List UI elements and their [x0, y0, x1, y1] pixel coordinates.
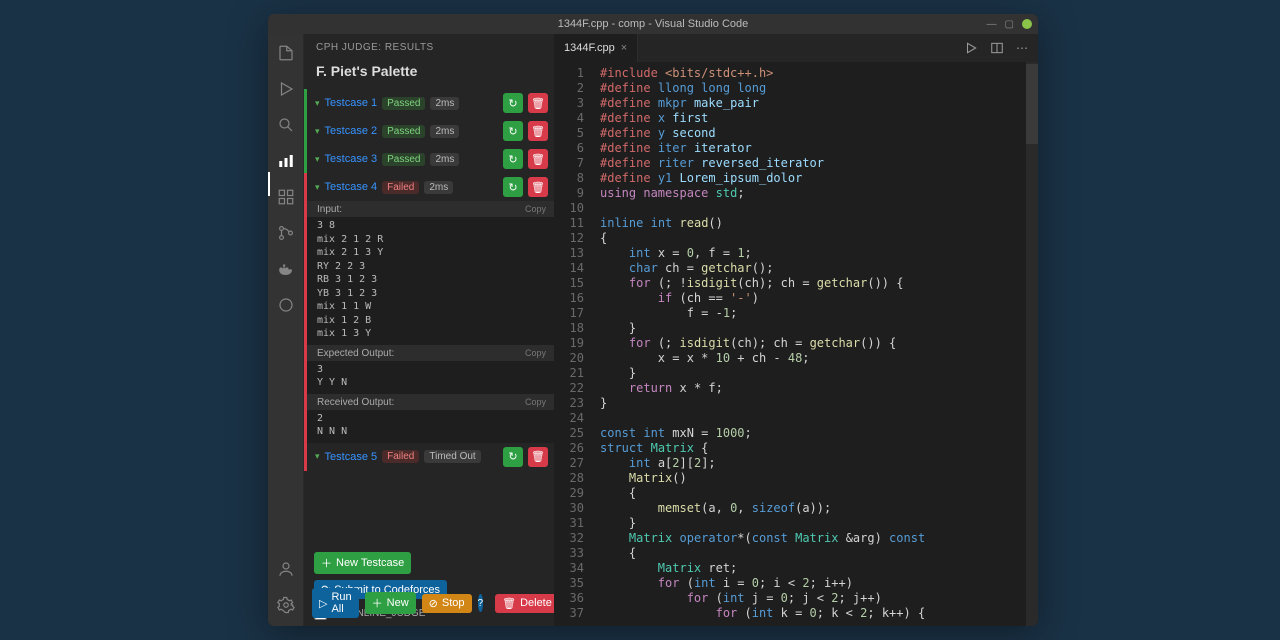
- copy-button[interactable]: Copy: [525, 204, 546, 215]
- stop-button[interactable]: ⊘ Stop: [422, 594, 472, 613]
- chevron-down-icon: ▾: [315, 98, 320, 109]
- input-body: 3 8 mix 2 1 2 R mix 2 1 3 Y RY 2 2 3 RB …: [307, 217, 554, 345]
- delete-testcase-icon[interactable]: 🗑: [528, 121, 548, 141]
- time-badge: 2ms: [430, 97, 459, 110]
- rerun-icon[interactable]: ↻: [503, 93, 523, 113]
- activity-bar: [268, 34, 304, 626]
- testcase-name: Testcase 5: [325, 451, 378, 463]
- testcase-list: ▾Testcase 1Passed2ms↻🗑▾Testcase 2Passed2…: [304, 89, 554, 544]
- sidebar-footer: ▷ Run All ＋ New ⊘ Stop ? 🗑 Delete: [312, 588, 546, 618]
- help-button[interactable]: ?: [478, 594, 484, 612]
- status-badge: Passed: [382, 97, 425, 110]
- delete-testcase-icon[interactable]: 🗑: [528, 149, 548, 169]
- testcase-row[interactable]: ▾ Testcase 5 Failed Timed Out ↻🗑: [304, 443, 554, 471]
- tabbar: 1344F.cpp × ⋯: [554, 34, 1038, 62]
- sidebar-header: CPH JUDGE: RESULTS: [304, 34, 554, 57]
- chevron-down-icon: ▾: [315, 451, 320, 462]
- maximize-icon[interactable]: ▢: [1005, 19, 1014, 30]
- split-editor-icon[interactable]: [990, 41, 1004, 55]
- search-icon[interactable]: [275, 114, 297, 136]
- run-all-button[interactable]: ▷ Run All: [312, 588, 359, 618]
- remote-icon[interactable]: [275, 294, 297, 316]
- minimize-icon[interactable]: —: [987, 19, 997, 30]
- more-icon[interactable]: ⋯: [1016, 41, 1028, 55]
- vscode-window: 1344F.cpp - comp - Visual Studio Code — …: [268, 14, 1038, 626]
- cph-sidebar: CPH JUDGE: RESULTS F. Piet's Palette ▾ Te…: [304, 34, 554, 626]
- testcase-row[interactable]: ▾ Testcase 3 Passed 2ms ↻🗑: [304, 145, 554, 173]
- rerun-icon[interactable]: ↻: [503, 177, 523, 197]
- tab-label: 1344F.cpp: [564, 42, 615, 54]
- close-tab-icon[interactable]: ×: [621, 42, 627, 54]
- status-badge: Passed: [382, 153, 425, 166]
- rerun-icon[interactable]: ↻: [503, 149, 523, 169]
- copy-button[interactable]: Copy: [525, 397, 546, 408]
- testcase-name: Testcase 3: [325, 153, 378, 165]
- tab-file[interactable]: 1344F.cpp ×: [554, 34, 638, 62]
- status-badge: Failed: [382, 181, 419, 194]
- delete-testcase-icon[interactable]: 🗑: [528, 177, 548, 197]
- extensions-icon[interactable]: [275, 186, 297, 208]
- new-button[interactable]: ＋ New: [365, 592, 416, 614]
- testcase-row[interactable]: ▾ Testcase 1 Passed 2ms ↻🗑: [304, 89, 554, 117]
- copy-button[interactable]: Copy: [525, 348, 546, 359]
- window-title: 1344F.cpp - comp - Visual Studio Code: [558, 18, 749, 30]
- account-icon[interactable]: [275, 558, 297, 580]
- expected-label: Expected Output:Copy: [307, 345, 554, 361]
- line-gutter: 1234567891011121314151617181920212223242…: [554, 62, 594, 626]
- delete-testcase-icon[interactable]: 🗑: [528, 447, 548, 467]
- testcase-name: Testcase 1: [325, 97, 378, 109]
- testcase-name: Testcase 4: [325, 181, 378, 193]
- explorer-icon[interactable]: [275, 42, 297, 64]
- code-content[interactable]: #include <bits/stdc++.h>#define llong lo…: [594, 62, 1038, 626]
- delete-testcase-icon[interactable]: 🗑: [528, 93, 548, 113]
- close-icon[interactable]: [1022, 19, 1032, 29]
- time-badge: Timed Out: [424, 450, 480, 463]
- run-icon[interactable]: [275, 78, 297, 100]
- input-label: Input:Copy: [307, 201, 554, 217]
- status-badge: Failed: [382, 450, 419, 463]
- received-label: Received Output:Copy: [307, 394, 554, 410]
- time-badge: 2ms: [430, 125, 459, 138]
- problem-title: F. Piet's Palette: [304, 57, 554, 89]
- source-control-icon[interactable]: [275, 222, 297, 244]
- editor-area: 1344F.cpp × ⋯ 12345678910111213141516171…: [554, 34, 1038, 626]
- time-badge: 2ms: [424, 181, 453, 194]
- time-badge: 2ms: [430, 153, 459, 166]
- minimap[interactable]: [1026, 62, 1038, 626]
- chevron-down-icon: ▾: [315, 126, 320, 137]
- rerun-icon[interactable]: ↻: [503, 447, 523, 467]
- testcase-row[interactable]: ▾ Testcase 4 Failed 2ms ↻🗑: [304, 173, 554, 201]
- window-controls: — ▢: [987, 19, 1032, 30]
- rerun-icon[interactable]: ↻: [503, 121, 523, 141]
- cph-icon[interactable]: [275, 150, 297, 172]
- settings-icon[interactable]: [275, 594, 297, 616]
- code-editor[interactable]: 1234567891011121314151617181920212223242…: [554, 62, 1038, 626]
- run-code-icon[interactable]: [964, 41, 978, 55]
- new-testcase-button[interactable]: ＋ New Testcase: [314, 552, 411, 574]
- testcase-row[interactable]: ▾ Testcase 2 Passed 2ms ↻🗑: [304, 117, 554, 145]
- delete-button[interactable]: 🗑 Delete: [495, 594, 559, 613]
- chevron-down-icon: ▾: [315, 182, 320, 193]
- status-badge: Passed: [382, 125, 425, 138]
- received-body: 2 N N N: [307, 410, 554, 443]
- titlebar: 1344F.cpp - comp - Visual Studio Code — …: [268, 14, 1038, 34]
- expected-body: 3 Y Y N: [307, 361, 554, 394]
- docker-icon[interactable]: [275, 258, 297, 280]
- testcase-name: Testcase 2: [325, 125, 378, 137]
- chevron-down-icon: ▾: [315, 154, 320, 165]
